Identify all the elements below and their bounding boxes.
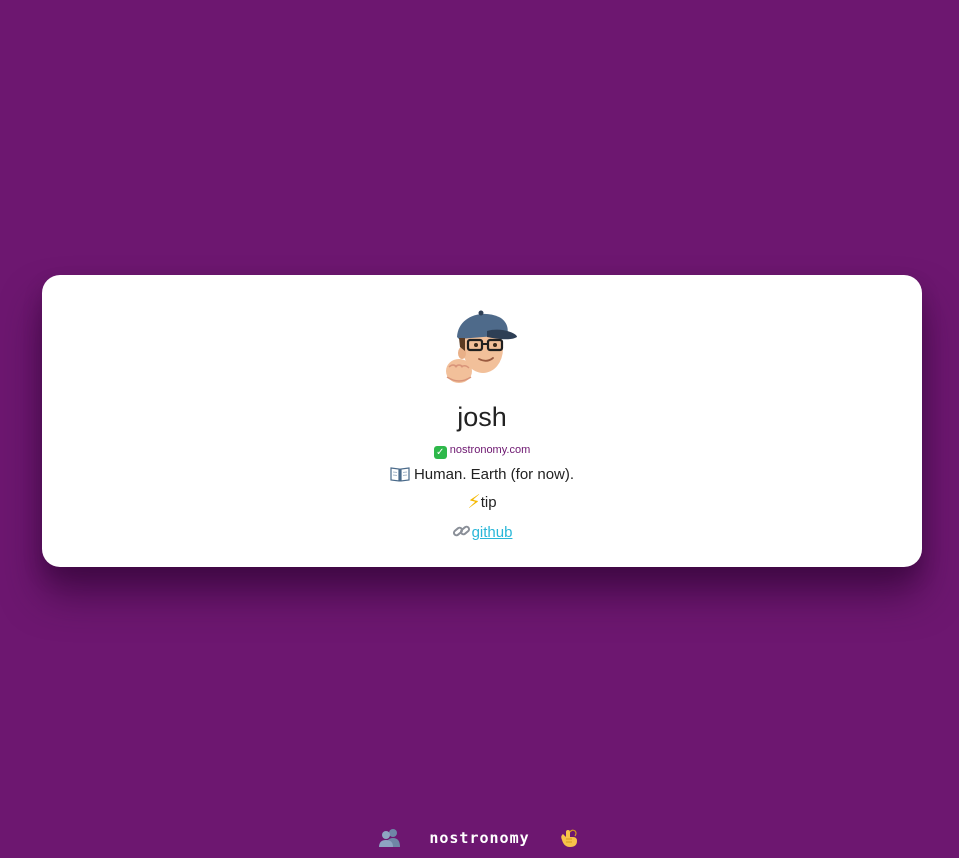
tip-label[interactable]: tip [481, 494, 497, 511]
tip-link[interactable]: ⚡tip [42, 492, 922, 514]
profile-card: josh ✓ nostronomy.com Human. Earth (for n… [42, 275, 922, 567]
footer-brand[interactable]: nostronomy [429, 829, 529, 847]
open-book-icon [390, 467, 410, 482]
link-chain-icon [452, 525, 470, 537]
profile-bio: Human. Earth (for now). [42, 465, 922, 485]
lightning-icon: ⚡ [467, 492, 481, 513]
bio-text: Human. Earth (for now). [413, 466, 575, 483]
github-link[interactable]: github [472, 524, 513, 541]
check-mark-icon: ✓ [433, 446, 447, 459]
people-silhouette-icon [378, 829, 400, 847]
nip05-verification[interactable]: ✓ nostronomy.com [42, 442, 922, 459]
avatar [446, 310, 517, 383]
footer: nostronomy [0, 826, 959, 854]
profile-links: github [42, 521, 922, 545]
profile-name: josh [457, 402, 507, 432]
nip05-domain[interactable]: nostronomy.com [450, 444, 531, 456]
call-me-hand-icon [561, 829, 578, 847]
